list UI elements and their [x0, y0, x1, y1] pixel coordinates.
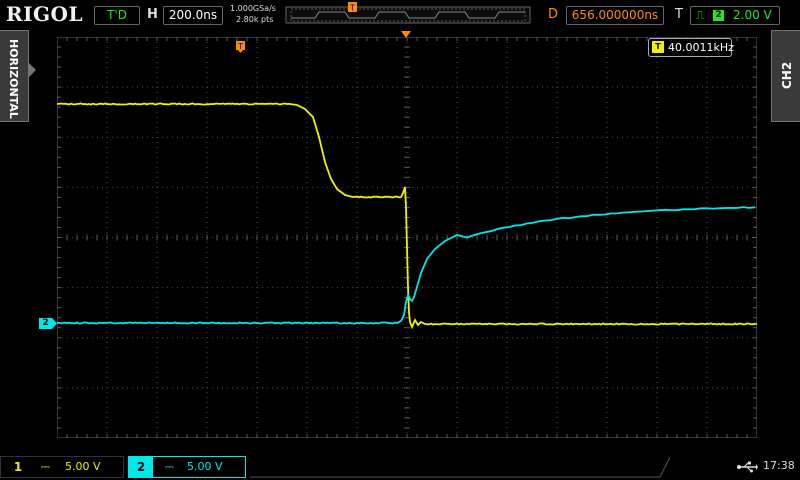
trigger-display[interactable]: ⎍ 2 2.00 V: [690, 6, 780, 25]
trigger-source-badge: 2: [713, 10, 724, 21]
ch1-coupling-icon: ⎓: [41, 457, 50, 477]
ch2-tab-label: CH2: [780, 62, 794, 89]
bottom-status-bar: 1 ⎓ 5.00 V 2 ⎓ 5.00 V 17:38: [0, 452, 800, 480]
frequency-measurement[interactable]: T 40.0011kHz: [648, 38, 732, 57]
svg-text:T: T: [349, 4, 355, 13]
delay-display[interactable]: 656.000000ns: [566, 6, 664, 25]
ch1-scale-box[interactable]: 1 ⎓ 5.00 V: [0, 456, 124, 478]
clock: 17:38: [763, 459, 795, 472]
measure-icon: T: [652, 41, 664, 53]
trigger-point-marker-icon: [401, 31, 411, 39]
delay-value: 656.000000ns: [572, 8, 658, 22]
waveform-display[interactable]: [57, 37, 757, 438]
trigger-label: T: [675, 7, 683, 22]
ch2-scale-box[interactable]: 2 ⎓ 5.00 V: [128, 456, 246, 478]
delay-label: D: [548, 7, 558, 22]
left-tab-arrow-icon: [28, 62, 36, 78]
trigger-position-marker-icon: T: [348, 2, 358, 14]
ch2-scale-value: 5.00 V: [187, 457, 223, 477]
frequency-value: 40.0011kHz: [668, 39, 734, 56]
sample-rate: 1.000GSa/s: [230, 4, 276, 13]
ch2-coupling-icon: ⎓: [165, 457, 174, 477]
trigger-edge-icon: ⎍: [696, 7, 704, 24]
memory-depth: 2.80k pts: [236, 15, 273, 24]
timebase-value: 200.0ns: [169, 8, 217, 22]
ch1-scale-value: 5.00 V: [65, 457, 101, 477]
ch2-ground-marker-label: 2: [42, 318, 48, 328]
trigger-level-value: 2.00 V: [733, 7, 772, 24]
ch2-menu-tab[interactable]: CH2: [771, 30, 800, 122]
ch2-ground-marker[interactable]: 2: [39, 318, 52, 329]
timebase-display[interactable]: 200.0ns: [163, 6, 223, 25]
ch1-number: 1: [7, 457, 29, 477]
top-status-bar: RIGOL T'D H 200.0ns 1.000GSa/s 2.80k pts…: [0, 0, 800, 30]
memory-overview-bar[interactable]: [285, 4, 531, 26]
bottom-bar-divider: [250, 456, 670, 478]
ch2-ground-arrow-icon: [52, 318, 57, 329]
svg-text:T: T: [237, 42, 243, 51]
run-state-text: T'D: [107, 8, 127, 22]
brand-logo: RIGOL: [6, 2, 83, 26]
horizontal-label: H: [147, 7, 158, 22]
run-state-badge[interactable]: T'D: [94, 6, 140, 25]
ch2-number: 2: [129, 457, 153, 477]
horizontal-menu-tab[interactable]: HORIZONTAL: [0, 30, 29, 122]
usb-icon: [736, 461, 758, 473]
horizontal-tab-label: HORIZONTAL: [7, 39, 20, 119]
trigger-time-marker-icon: T: [236, 41, 246, 53]
